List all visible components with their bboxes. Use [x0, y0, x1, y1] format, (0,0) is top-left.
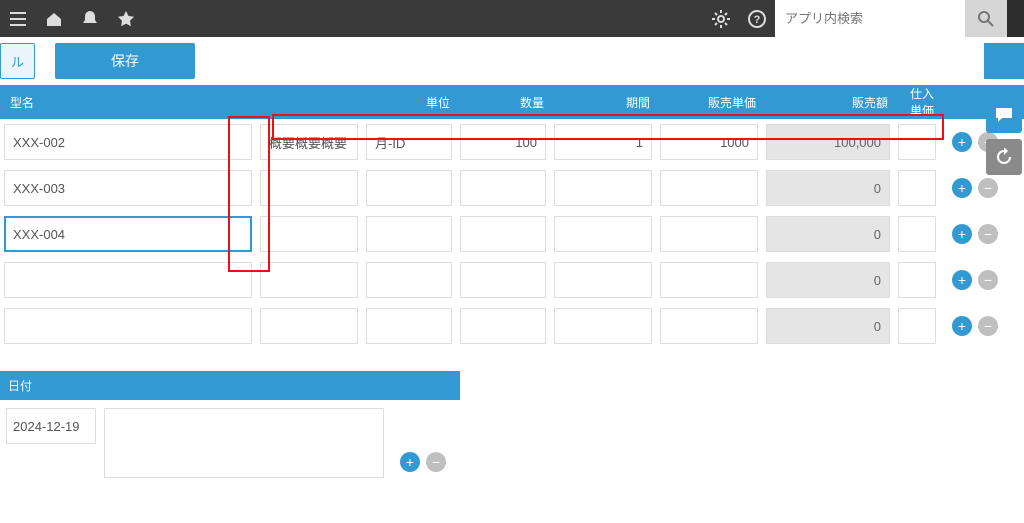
- main-scrollbar[interactable]: [1007, 0, 1024, 37]
- unit-input[interactable]: [366, 262, 452, 298]
- bell-icon[interactable]: [72, 0, 108, 37]
- th-amount: 販売額: [762, 94, 894, 111]
- name-input[interactable]: [4, 216, 252, 252]
- cost-input[interactable]: [898, 216, 936, 252]
- desc-input[interactable]: [260, 262, 358, 298]
- search-input[interactable]: [775, 0, 965, 37]
- cost-input[interactable]: [898, 308, 936, 344]
- amount-readonly: 0: [766, 262, 890, 298]
- unit-price-input[interactable]: [660, 170, 758, 206]
- amount-readonly: 100,000: [766, 124, 890, 160]
- row-add-button[interactable]: +: [952, 178, 972, 198]
- table-header: 型名 単位 数量 期間 販売単価 販売額 仕入単価: [0, 85, 1024, 119]
- amount-readonly: 0: [766, 216, 890, 252]
- topbar: ?: [0, 0, 1024, 37]
- name-input[interactable]: [4, 308, 252, 344]
- unit-input[interactable]: [366, 308, 452, 344]
- qty-input[interactable]: [460, 216, 546, 252]
- term-input[interactable]: [554, 308, 652, 344]
- action-bar: ル 保存: [0, 37, 1024, 85]
- comment-button[interactable]: [986, 97, 1022, 133]
- unit-price-input[interactable]: [660, 124, 758, 160]
- name-input[interactable]: [4, 170, 252, 206]
- save-button[interactable]: 保存: [55, 43, 195, 79]
- qty-input[interactable]: [460, 170, 546, 206]
- cancel-tab[interactable]: ル: [0, 43, 35, 79]
- svg-text:?: ?: [754, 14, 761, 26]
- home-icon[interactable]: [36, 0, 72, 37]
- unit-price-input[interactable]: [660, 262, 758, 298]
- term-input[interactable]: [554, 262, 652, 298]
- search-button[interactable]: [965, 0, 1007, 37]
- row-remove-button[interactable]: −: [978, 224, 998, 244]
- row-add-button[interactable]: +: [952, 270, 972, 290]
- row-remove-button[interactable]: −: [978, 316, 998, 336]
- cost-input[interactable]: [898, 262, 936, 298]
- unit-input[interactable]: [366, 170, 452, 206]
- date-panel: 日付 + −: [0, 371, 460, 478]
- menu-icon[interactable]: [0, 0, 36, 37]
- row-add-button[interactable]: +: [952, 224, 972, 244]
- term-input[interactable]: [554, 170, 652, 206]
- th-unit: 単位: [362, 94, 456, 111]
- row-remove-button[interactable]: −: [978, 270, 998, 290]
- unit-input[interactable]: [366, 216, 452, 252]
- unit-price-input[interactable]: [660, 216, 758, 252]
- table-row: 0 +−: [0, 303, 1024, 349]
- refresh-button[interactable]: [986, 139, 1022, 175]
- main-table: 型名 単位 数量 期間 販売単価 販売額 仕入単価 100,000+−0+−0+…: [0, 85, 1024, 349]
- date-add-button[interactable]: +: [400, 452, 420, 472]
- desc-input[interactable]: [260, 124, 358, 160]
- date-remove-button[interactable]: −: [426, 452, 446, 472]
- row-add-button[interactable]: +: [952, 132, 972, 152]
- table-row: 0 +−: [0, 211, 1024, 257]
- cost-input[interactable]: [898, 124, 936, 160]
- cost-input[interactable]: [898, 170, 936, 206]
- side-rail: [984, 37, 1024, 175]
- search-wrap: [775, 0, 1007, 37]
- th-term: 期間: [550, 94, 656, 111]
- qty-input[interactable]: [460, 262, 546, 298]
- unit-price-input[interactable]: [660, 308, 758, 344]
- topbar-left-icons: [0, 0, 144, 37]
- amount-readonly: 0: [766, 170, 890, 206]
- unit-input[interactable]: [366, 124, 452, 160]
- date-panel-header: 日付: [0, 371, 460, 400]
- term-input[interactable]: [554, 124, 652, 160]
- gear-icon[interactable]: [703, 0, 739, 37]
- star-icon[interactable]: [108, 0, 144, 37]
- row-add-button[interactable]: +: [952, 316, 972, 336]
- term-input[interactable]: [554, 216, 652, 252]
- date-input[interactable]: [6, 408, 96, 444]
- amount-readonly: 0: [766, 308, 890, 344]
- th-unit-price: 販売単価: [656, 94, 762, 111]
- desc-input[interactable]: [260, 170, 358, 206]
- th-cost: 仕入単価: [894, 85, 940, 119]
- qty-input[interactable]: [460, 124, 546, 160]
- table-row: 0 +−: [0, 165, 1024, 211]
- desc-input[interactable]: [260, 308, 358, 344]
- name-input[interactable]: [4, 124, 252, 160]
- desc-input[interactable]: [260, 216, 358, 252]
- name-input[interactable]: [4, 262, 252, 298]
- table-row: 100,000+−: [0, 119, 1024, 165]
- table-row: 0 +−: [0, 257, 1024, 303]
- th-name: 型名: [0, 94, 256, 111]
- table-body: 100,000+−0+−0+−0+−0+−: [0, 119, 1024, 349]
- row-remove-button[interactable]: −: [978, 178, 998, 198]
- help-icon[interactable]: ?: [739, 0, 775, 37]
- date-note-textarea[interactable]: [104, 408, 384, 478]
- qty-input[interactable]: [460, 308, 546, 344]
- th-qty: 数量: [456, 94, 550, 111]
